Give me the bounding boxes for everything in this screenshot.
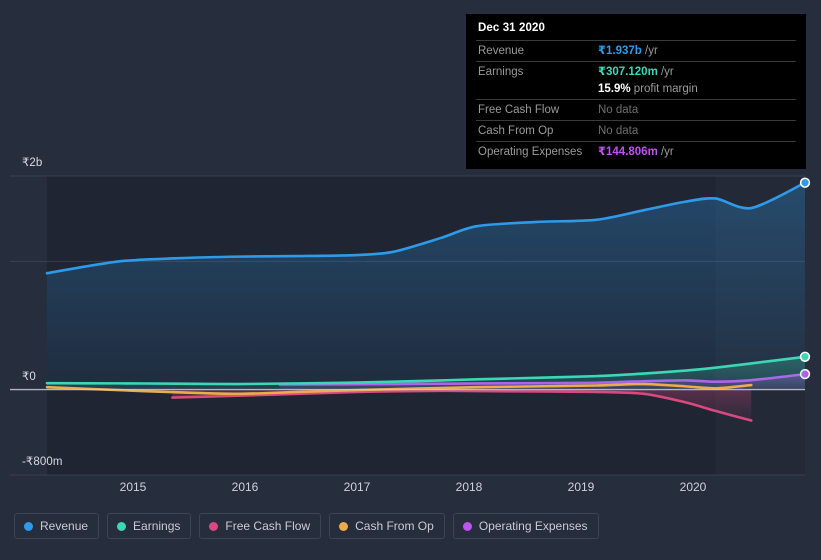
- tooltip-row-label: Free Cash Flow: [478, 104, 560, 116]
- tooltip-amount: ₹1.937b: [598, 45, 642, 57]
- legend-item-label: Revenue: [40, 519, 89, 533]
- tooltip-row-value: ₹1.937b /yr: [598, 44, 658, 59]
- legend-dot-icon: [339, 521, 349, 531]
- legend-item-operating-expenses[interactable]: Operating Expenses: [452, 513, 599, 539]
- legend-item-free-cash-flow[interactable]: Free Cash Flow: [199, 513, 322, 539]
- legend-dot-icon: [117, 521, 127, 531]
- x-axis-label-2016: 2016: [231, 480, 259, 494]
- chart-legend: Revenue Earnings Free Cash Flow Cash From O…: [14, 513, 599, 539]
- tooltip-row: Revenue ₹1.937b /yr: [476, 40, 796, 61]
- y-axis-label-zero: ₹0: [22, 371, 36, 383]
- legend-item-label: Operating Expenses: [478, 519, 588, 533]
- tooltip-amount: ₹307.120m: [598, 66, 658, 78]
- tooltip-row: Operating Expenses ₹144.806m /yr: [476, 141, 796, 162]
- tooltip-row-value: No data: [598, 125, 639, 137]
- tooltip-row-value: 15.9% profit margin: [598, 82, 698, 97]
- tooltip-row-value: No data: [598, 104, 639, 116]
- tooltip-date: Dec 31 2020: [478, 22, 545, 34]
- legend-item-label: Cash From Op: [355, 519, 434, 533]
- tooltip-amount: ₹144.806m: [598, 146, 658, 158]
- tooltip-rows: Revenue ₹1.937b /yr Earnings ₹307.120m /yr 1…: [476, 40, 796, 162]
- y-axis-label-top: ₹2b: [22, 157, 43, 169]
- tooltip-row: 15.9% profit margin: [476, 82, 796, 99]
- tooltip-row-label: Earnings: [478, 66, 524, 78]
- tooltip-row: Earnings ₹307.120m /yr: [476, 61, 796, 82]
- tooltip-row-label: Operating Expenses: [478, 146, 583, 158]
- tooltip-row: Free Cash Flow No data: [476, 99, 796, 120]
- tooltip-row-value: ₹144.806m /yr: [598, 145, 674, 160]
- legend-dot-icon: [24, 521, 33, 531]
- tooltip-unit: /yr: [657, 146, 674, 158]
- financial-chart: ₹2b ₹0 -₹800m 2015 2016 2017 2018 2019 2…: [0, 0, 821, 560]
- tooltip-unit: /yr: [657, 66, 674, 78]
- tooltip-unit: /yr: [641, 45, 658, 57]
- tooltip-amount: 15.9%: [598, 83, 631, 95]
- x-axis-label-2018: 2018: [455, 480, 483, 494]
- tooltip-row-label: Cash From Op: [478, 125, 554, 137]
- tooltip: Dec 31 2020 Revenue ₹1.937b /yr Earnings ₹3…: [466, 14, 806, 169]
- y-axis-label-bottom: -₹800m: [22, 456, 63, 468]
- legend-item-label: Free Cash Flow: [225, 519, 311, 533]
- tooltip-row-value: ₹307.120m /yr: [598, 65, 674, 80]
- x-axis-label-2015: 2015: [119, 480, 147, 494]
- x-axis-label-2019: 2019: [567, 480, 595, 494]
- tooltip-row-label: Revenue: [478, 45, 525, 57]
- x-axis-label-2017: 2017: [343, 480, 371, 494]
- legend-item-cash-from-op[interactable]: Cash From Op: [329, 513, 445, 539]
- tooltip-unit: profit margin: [630, 83, 698, 95]
- legend-dot-icon: [462, 521, 472, 531]
- tooltip-row: Cash From Op No data: [476, 120, 796, 141]
- legend-item-earnings[interactable]: Earnings: [107, 513, 192, 539]
- legend-dot-icon: [209, 521, 219, 531]
- x-axis-label-2020: 2020: [679, 480, 707, 494]
- legend-item-label: Earnings: [133, 519, 181, 533]
- legend-item-revenue[interactable]: Revenue: [14, 513, 100, 539]
